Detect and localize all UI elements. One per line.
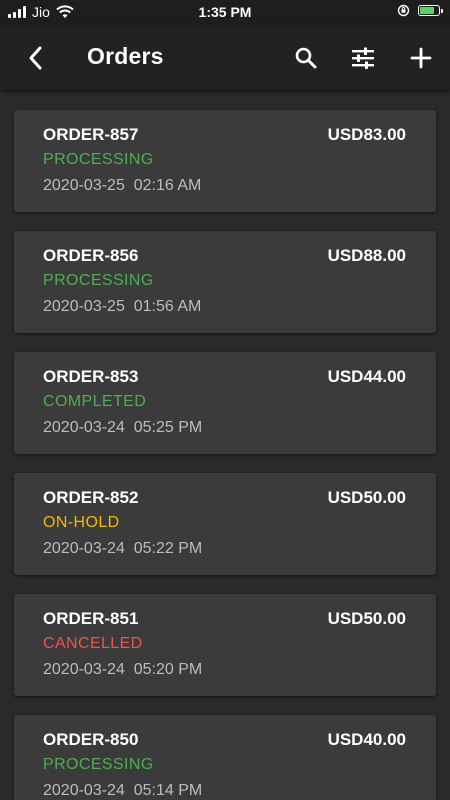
plus-icon xyxy=(410,47,432,69)
order-date: 2020-03-24 05:22 PM xyxy=(43,540,202,558)
order-date-time: 01:56 AM xyxy=(133,298,202,315)
add-order-button[interactable] xyxy=(405,42,437,74)
order-amount: USD50.00 xyxy=(327,488,406,507)
order-id: ORDER-857 xyxy=(43,125,139,144)
order-date-time: 05:22 PM xyxy=(133,540,203,557)
order-date-day: 2020-03-24 xyxy=(43,540,125,557)
order-date-time: 02:16 AM xyxy=(133,177,202,194)
status-time: 1:35 PM xyxy=(198,4,252,20)
orders-list: ORDER-857 USD83.00 PROCESSING 2020-03-25… xyxy=(0,90,450,800)
order-date-time: 05:14 PM xyxy=(133,782,203,799)
order-date-day: 2020-03-24 xyxy=(43,661,125,678)
order-status: PROCESSING xyxy=(43,151,154,168)
order-card[interactable]: ORDER-857 USD83.00 PROCESSING 2020-03-25… xyxy=(14,110,436,212)
order-date-day: 2020-03-24 xyxy=(43,419,125,436)
search-icon xyxy=(295,47,317,69)
order-card[interactable]: ORDER-852 USD50.00 ON-HOLD 2020-03-24 05… xyxy=(14,473,436,575)
order-status: PROCESSING xyxy=(43,756,154,773)
order-date: 2020-03-24 05:14 PM xyxy=(43,782,202,800)
order-date: 2020-03-25 01:56 AM xyxy=(43,298,201,316)
order-card[interactable]: ORDER-851 USD50.00 CANCELLED 2020-03-24 … xyxy=(14,594,436,696)
order-amount: USD44.00 xyxy=(327,367,406,386)
order-status: COMPLETED xyxy=(43,393,147,410)
back-button[interactable] xyxy=(20,42,52,74)
order-date-day: 2020-03-24 xyxy=(43,782,125,799)
filter-button[interactable] xyxy=(347,42,379,74)
search-button[interactable] xyxy=(290,42,322,74)
status-right xyxy=(397,4,443,17)
order-date-time: 05:20 PM xyxy=(133,661,203,678)
order-status: CANCELLED xyxy=(43,635,143,652)
order-id: ORDER-853 xyxy=(43,367,139,386)
order-amount: USD50.00 xyxy=(327,609,406,628)
orientation-lock-icon xyxy=(397,4,410,17)
order-status: ON-HOLD xyxy=(43,514,120,531)
filter-icon xyxy=(352,47,374,69)
back-arrow-icon xyxy=(29,46,42,70)
order-date: 2020-03-25 02:16 AM xyxy=(43,177,201,195)
page-title: Orders xyxy=(87,43,164,69)
app-bar: Orders xyxy=(0,26,450,90)
order-id: ORDER-852 xyxy=(43,488,139,507)
order-amount: USD40.00 xyxy=(327,730,406,749)
order-date: 2020-03-24 05:25 PM xyxy=(43,419,202,437)
order-date-time: 05:25 PM xyxy=(133,419,203,436)
order-amount: USD88.00 xyxy=(327,246,406,265)
order-date: 2020-03-24 05:20 PM xyxy=(43,661,202,679)
order-amount: USD83.00 xyxy=(327,125,406,144)
order-status: PROCESSING xyxy=(43,272,154,289)
order-id: ORDER-851 xyxy=(43,609,139,628)
order-id: ORDER-850 xyxy=(43,730,139,749)
order-card[interactable]: ORDER-850 USD40.00 PROCESSING 2020-03-24… xyxy=(14,715,436,800)
battery-icon xyxy=(418,5,443,16)
order-id: ORDER-856 xyxy=(43,246,139,265)
order-date-day: 2020-03-25 xyxy=(43,298,125,315)
order-card[interactable]: ORDER-856 USD88.00 PROCESSING 2020-03-25… xyxy=(14,231,436,333)
status-bar: Jio 1:35 PM xyxy=(0,0,450,26)
order-card[interactable]: ORDER-853 USD44.00 COMPLETED 2020-03-24 … xyxy=(14,352,436,454)
order-date-day: 2020-03-25 xyxy=(43,177,125,194)
